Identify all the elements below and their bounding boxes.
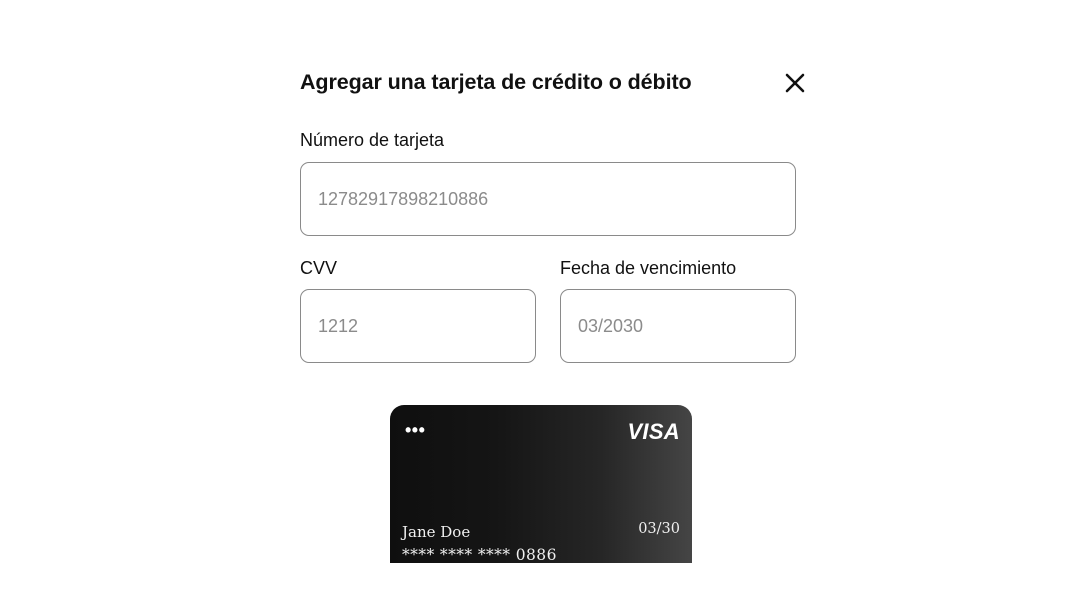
card-masked-number: **** **** **** 0886 <box>402 546 557 563</box>
expiry-label: Fecha de vencimiento <box>560 258 737 278</box>
dialog-title: Agregar una tarjeta de crédito o débito <box>300 70 692 94</box>
card-expiry-date: 03/30 <box>638 521 680 537</box>
close-button[interactable] <box>778 66 812 100</box>
expiry-input[interactable] <box>560 289 796 363</box>
card-preview: ••• VISA Jane Doe 03/30 **** **** **** 0… <box>390 405 692 563</box>
cvv-label: CVV <box>300 258 338 278</box>
visa-logo: VISA <box>627 419 680 444</box>
cvv-input[interactable] <box>300 289 536 363</box>
close-icon <box>785 73 805 93</box>
card-number-label: Número de tarjeta <box>300 130 445 150</box>
add-card-dialog: Agregar una tarjeta de crédito o débito … <box>240 40 840 563</box>
card-number-input[interactable] <box>300 162 796 236</box>
card-holder-name: Jane Doe <box>402 523 471 541</box>
more-dots-icon: ••• <box>405 420 426 440</box>
